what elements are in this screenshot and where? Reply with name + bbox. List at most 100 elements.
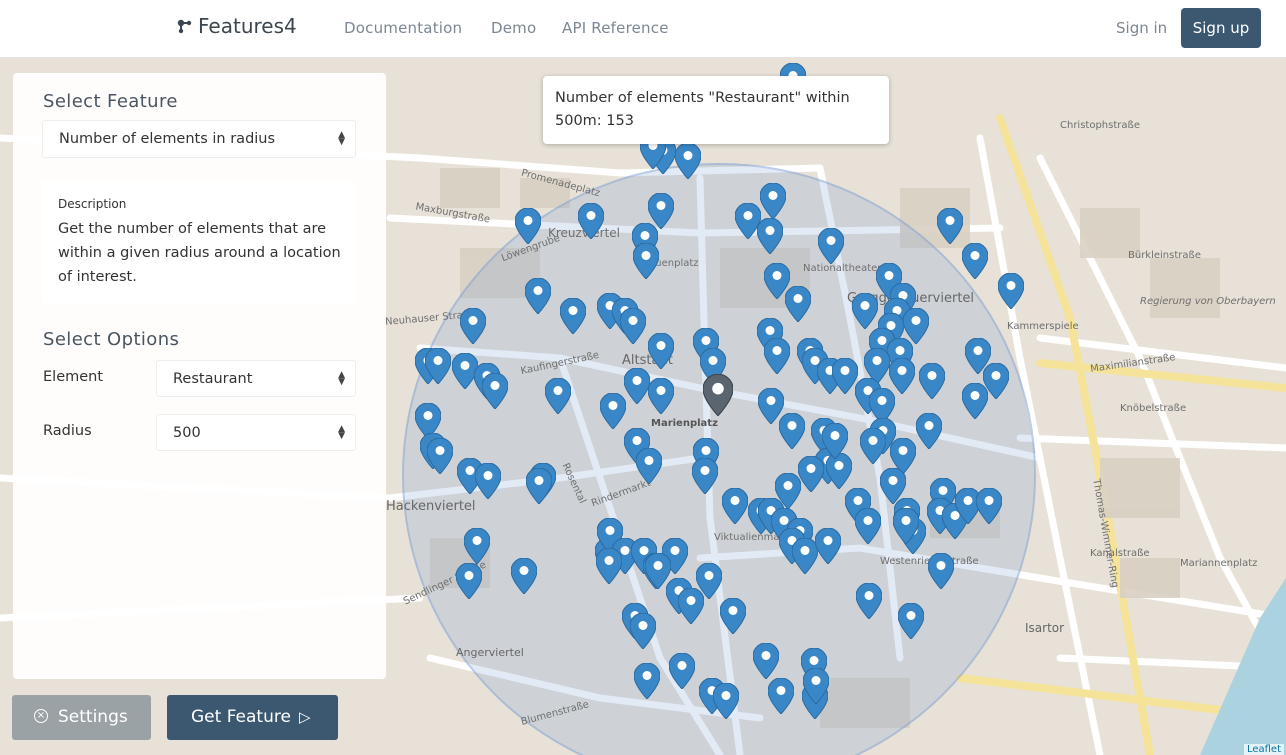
restaurant-marker[interactable] (962, 383, 988, 419)
restaurant-marker[interactable] (648, 378, 674, 414)
tooltip-text: Number of elements "Restaurant" within 5… (555, 90, 850, 129)
restaurant-marker[interactable] (998, 273, 1024, 309)
restaurant-marker[interactable] (898, 603, 924, 639)
radius-select[interactable]: 500 ▲ ▼ (156, 414, 356, 451)
restaurant-marker[interactable] (464, 528, 490, 564)
restaurant-marker[interactable] (596, 548, 622, 584)
nav-demo[interactable]: Demo (491, 19, 536, 37)
element-label: Element (43, 369, 104, 385)
restaurant-marker[interactable] (764, 338, 790, 374)
restaurant-marker[interactable] (636, 448, 662, 484)
select-feature-heading: Select Feature (43, 91, 178, 112)
restaurant-marker[interactable] (525, 278, 551, 314)
map-tooltip: Number of elements "Restaurant" within 5… (543, 76, 889, 144)
restaurant-marker[interactable] (785, 286, 811, 322)
map-label-buerkleinstrasse: Bürkleinstraße (1128, 250, 1201, 261)
restaurant-marker[interactable] (669, 653, 695, 689)
feature-select-value: Number of elements in radius (59, 131, 276, 147)
map-label-marienplatz: Marienplatz (651, 418, 718, 429)
map-label-isartor: Isartor (1025, 621, 1065, 635)
top-navbar: Features4 Documentation Demo API Referen… (0, 0, 1286, 58)
restaurant-marker[interactable] (856, 583, 882, 619)
restaurant-marker[interactable] (753, 643, 779, 679)
map-label-kanalstrasse: Kanalstraße (1090, 548, 1150, 559)
restaurant-marker[interactable] (475, 463, 501, 499)
restaurant-marker[interactable] (511, 558, 537, 594)
nav-documentation[interactable]: Documentation (344, 19, 462, 37)
restaurant-marker[interactable] (692, 458, 718, 494)
select-caret-icon: ▲ ▼ (338, 130, 345, 147)
restaurant-marker[interactable] (855, 508, 881, 544)
sign-up-button[interactable]: Sign up (1181, 8, 1261, 48)
map-label-kammerspiele: Kammerspiele (1007, 321, 1079, 332)
element-select-value: Restaurant (173, 370, 253, 387)
select-caret-icon: ▲ ▼ (338, 423, 345, 441)
restaurant-marker[interactable] (624, 368, 650, 404)
radius-circle (402, 163, 1036, 755)
restaurant-marker[interactable] (962, 243, 988, 279)
restaurant-marker[interactable] (515, 208, 541, 244)
restaurant-marker[interactable] (919, 363, 945, 399)
nav-api-reference[interactable]: API Reference (562, 19, 669, 37)
get-feature-button-label: Get Feature (191, 707, 291, 727)
map-attribution[interactable]: Leaflet (1243, 744, 1284, 755)
restaurant-marker[interactable] (722, 488, 748, 524)
description-title: Description (58, 197, 127, 211)
feature-select[interactable]: Number of elements in radius ▲ ▼ (42, 120, 356, 158)
restaurant-marker[interactable] (600, 393, 626, 429)
restaurant-marker[interactable] (916, 413, 942, 449)
restaurant-marker[interactable] (560, 298, 586, 334)
restaurant-marker[interactable] (425, 348, 451, 384)
select-options-heading: Select Options (43, 329, 180, 350)
restaurant-marker[interactable] (779, 413, 805, 449)
restaurant-marker[interactable] (860, 428, 886, 464)
map-label-regierung: Regierung von Oberbayern (1140, 296, 1276, 307)
logo-icon (176, 17, 194, 35)
restaurant-marker[interactable] (630, 613, 656, 649)
restaurant-marker[interactable] (760, 183, 786, 219)
restaurant-marker[interactable] (720, 598, 746, 634)
map-label-mariannenplatz: Mariannenplatz (1180, 558, 1258, 569)
restaurant-marker[interactable] (675, 143, 701, 179)
restaurant-marker[interactable] (803, 668, 829, 704)
play-icon: ▷ (299, 708, 311, 726)
restaurant-marker[interactable] (852, 293, 878, 329)
sign-in-link[interactable]: Sign in (1116, 19, 1167, 37)
restaurant-marker[interactable] (648, 333, 674, 369)
restaurant-marker[interactable] (818, 228, 844, 264)
element-select[interactable]: Restaurant ▲ ▼ (156, 360, 356, 397)
restaurant-marker[interactable] (976, 488, 1002, 524)
restaurant-marker[interactable] (937, 208, 963, 244)
brand-logo[interactable]: Features4 (176, 14, 297, 38)
map-label-christophstrasse: Christophstraße (1060, 120, 1140, 131)
restaurant-marker[interactable] (456, 563, 482, 599)
radius-select-value: 500 (173, 424, 201, 441)
restaurant-marker[interactable] (634, 663, 660, 699)
brand-name: Features4 (198, 14, 297, 38)
radius-label: Radius (43, 423, 92, 439)
restaurant-marker[interactable] (713, 683, 739, 719)
settings-button[interactable]: × Settings (12, 695, 151, 740)
get-feature-button[interactable]: Get Feature ▷ (167, 695, 338, 740)
restaurant-marker[interactable] (545, 378, 571, 414)
restaurant-marker[interactable] (757, 218, 783, 254)
restaurant-marker[interactable] (822, 423, 848, 459)
restaurant-marker[interactable] (620, 308, 646, 344)
description-text: Get the number of elements that are with… (58, 221, 341, 285)
center-location-marker[interactable] (703, 374, 733, 416)
restaurant-marker[interactable] (815, 528, 841, 564)
select-caret-icon: ▲ ▼ (338, 369, 345, 387)
restaurant-marker[interactable] (482, 373, 508, 409)
restaurant-marker[interactable] (526, 468, 552, 504)
restaurant-marker[interactable] (578, 203, 604, 239)
restaurant-marker[interactable] (460, 308, 486, 344)
restaurant-marker[interactable] (893, 508, 919, 544)
map-label-angerviertel: Angerviertel (456, 646, 524, 659)
restaurant-marker[interactable] (798, 456, 824, 492)
restaurant-marker[interactable] (768, 678, 794, 714)
restaurant-marker[interactable] (633, 243, 659, 279)
restaurant-marker[interactable] (889, 358, 915, 394)
restaurant-marker[interactable] (928, 553, 954, 589)
restaurant-marker[interactable] (427, 438, 453, 474)
restaurant-marker[interactable] (678, 588, 704, 624)
